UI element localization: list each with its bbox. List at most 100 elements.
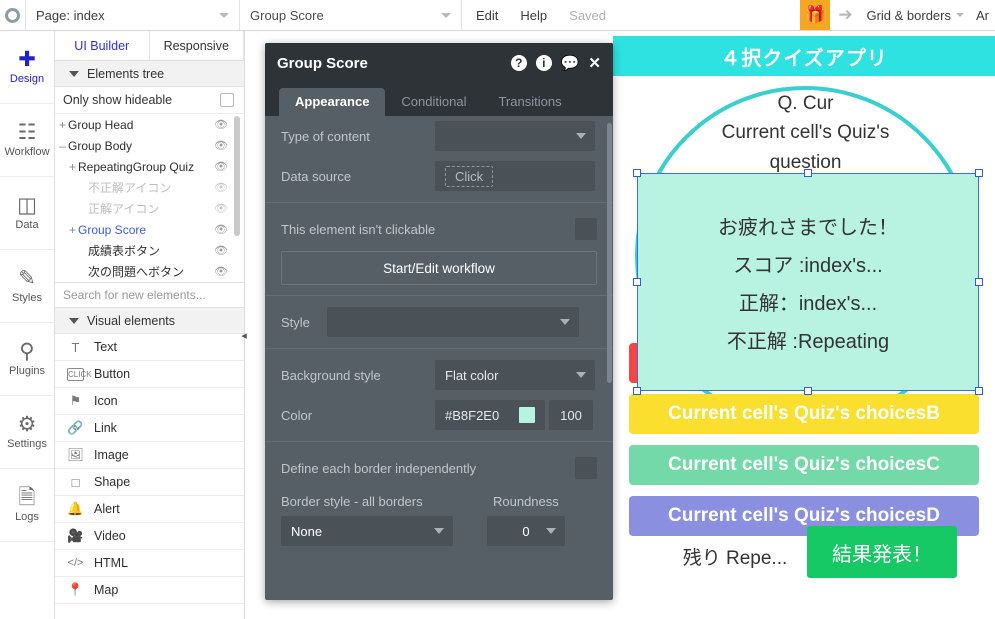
elements-tree-scrollbar[interactable] [234,116,240,236]
visual-element-link[interactable]: 🔗 Link [55,415,244,442]
expand-plus-icon[interactable]: + [67,223,78,237]
visual-element-label: Alert [94,502,120,516]
info-icon[interactable]: i [535,55,552,71]
cursor-arrow-icon[interactable]: ➔ [830,0,860,30]
rail-item-plugins[interactable]: ⚲ Plugins [0,323,54,396]
tab-appearance[interactable]: Appearance [279,88,386,116]
menu-help[interactable]: Help [520,8,547,23]
eye-hidden-icon[interactable]: 👁 [214,181,228,194]
only-show-hideable-row[interactable]: Only show hideable [55,87,244,114]
start-edit-workflow-button[interactable]: Start/Edit workflow [281,251,597,285]
visual-element-text[interactable]: T Text [55,334,244,361]
rail-item-design[interactable]: ✚ Design [0,31,54,104]
eye-visible-icon[interactable]: 👁 [214,244,228,257]
resize-handle-bottom-left[interactable] [633,387,641,395]
visual-element-button[interactable]: CLICK Button [55,361,244,388]
expand-plus-icon[interactable]: + [67,160,78,174]
tree-item-next-question-button[interactable]: 次の問題へボタン 👁 [55,261,244,282]
define-borders-label: Define each border independently [281,460,477,476]
tab-transitions[interactable]: Transitions [482,88,577,116]
only-show-hideable-checkbox[interactable] [220,93,234,107]
rail-item-workflow[interactable]: ☷ Workflow [0,104,54,177]
visual-element-alert[interactable]: 🔔 Alert [55,496,244,523]
visual-element-video[interactable]: 🎥 Video [55,523,244,550]
property-editor-scrollbar[interactable] [607,123,612,383]
eye-visible-icon[interactable]: 👁 [214,118,228,131]
rail-item-data[interactable]: ◫ Data [0,177,54,250]
resize-handle-top-right[interactable] [975,169,983,177]
tree-item-label: Group Score [78,222,147,237]
search-elements-input[interactable]: Search for new elements... [55,282,244,308]
background-style-dropdown[interactable]: Flat color [435,360,595,390]
data-source-input[interactable]: Click [435,161,595,191]
define-borders-checkbox[interactable] [575,457,597,479]
result-announce-button[interactable]: 結果発表！ [807,526,957,578]
menu-edit[interactable]: Edit [476,8,498,23]
type-of-content-dropdown[interactable] [435,121,595,151]
rail-item-logs[interactable]: 🗎 Logs [0,469,54,542]
resize-handle-bottom-center[interactable] [804,387,812,395]
visual-element-label: Link [94,421,117,435]
tree-item-group-head[interactable]: + Group Head 👁 [55,114,244,135]
color-picker[interactable]: #B8F2E0 [435,400,545,430]
question-text[interactable]: Q. Cur Current cell's Quiz's question [643,89,968,177]
visual-elements-header[interactable]: Visual elements [55,308,244,334]
app-logo[interactable] [0,0,26,30]
answer-button-b[interactable]: Current cell's Quiz's choicesB [629,394,979,434]
style-dropdown[interactable] [327,307,579,337]
help-question-icon[interactable]: ? [510,55,527,71]
eye-hidden-icon[interactable]: 👁 [214,202,228,215]
eye-visible-icon[interactable]: 👁 [214,265,228,278]
visual-element-image[interactable]: 🖼 Image [55,442,244,469]
color-opacity-input[interactable]: 100 [549,400,593,430]
eye-visible-icon[interactable]: 👁 [214,160,228,173]
rail-item-styles[interactable]: ✎ Styles [0,250,54,323]
visual-element-map[interactable]: 📍 Map [55,577,244,604]
tree-item-score-table-button[interactable]: 成績表ボタン 👁 [55,240,244,261]
tab-ui-builder[interactable]: UI Builder [55,31,150,60]
tree-item-group-body[interactable]: – Group Body 👁 [55,135,244,156]
resize-handle-bottom-right[interactable] [975,387,983,395]
resize-handle-top-left[interactable] [633,169,641,177]
not-clickable-checkbox[interactable] [575,218,597,240]
color-swatch[interactable] [519,407,535,423]
answer-button-c[interactable]: Current cell's Quiz's choicesC [629,445,979,485]
tab-conditional[interactable]: Conditional [385,88,482,116]
divider [265,441,613,442]
tree-item-label: 次の問題へボタン [88,265,185,279]
tab-responsive[interactable]: Responsive [150,31,244,60]
tree-item-incorrect-icon[interactable]: 不正解アイコン 👁 [55,177,244,198]
eye-visible-icon[interactable]: 👁 [214,223,228,236]
elements-tree-header[interactable]: Elements tree [55,61,244,87]
rail-item-settings[interactable]: ⚙ Settings [0,396,54,469]
remaining-questions-text[interactable]: 残り Repe... [645,543,825,570]
resize-handle-top-center[interactable] [804,169,812,177]
comment-bubble-icon[interactable]: 💬 [561,54,580,72]
resize-handle-middle-left[interactable] [633,278,641,286]
tree-item-repeatinggroup-quiz[interactable]: + RepeatingGroup Quiz 👁 [55,156,244,177]
truncated-option[interactable]: Ar [970,0,995,30]
chevron-down-icon [441,12,451,18]
visual-element-icon[interactable]: ⚑ Icon [55,388,244,415]
design-tools-icon: ✚ [18,48,36,71]
elements-panel: UI Builder Responsive Elements tree Only… [55,31,247,619]
search-elements-placeholder: Search for new elements... [63,288,206,302]
resize-handle-middle-right[interactable] [975,278,983,286]
element-selector[interactable]: Group Score [240,0,462,30]
collapse-minus-icon[interactable]: – [57,139,68,153]
roundness-input[interactable]: 0 [487,516,565,546]
grid-borders-dropdown[interactable]: Grid & borders [860,0,970,30]
tree-item-group-score[interactable]: + Group Score 👁 [55,219,244,240]
visual-element-shape[interactable]: □ Shape [55,469,244,496]
visual-element-html[interactable]: </> HTML [55,550,244,577]
chevron-down-icon [546,528,556,534]
expand-plus-icon[interactable]: + [57,118,68,132]
selected-group-score[interactable]: お疲れさまでした！ スコア :index's... 正解：index's... … [637,173,979,391]
close-icon[interactable]: ✕ [588,54,601,72]
border-style-dropdown[interactable]: None [281,516,453,546]
gift-icon[interactable]: 🎁 [800,0,831,30]
eye-visible-icon[interactable]: 👁 [214,139,228,152]
tree-item-correct-icon[interactable]: 正解アイコン 👁 [55,198,244,219]
collapse-panel-arrow-icon[interactable]: ◂ [239,327,249,343]
page-selector[interactable]: Page: index [26,0,240,30]
